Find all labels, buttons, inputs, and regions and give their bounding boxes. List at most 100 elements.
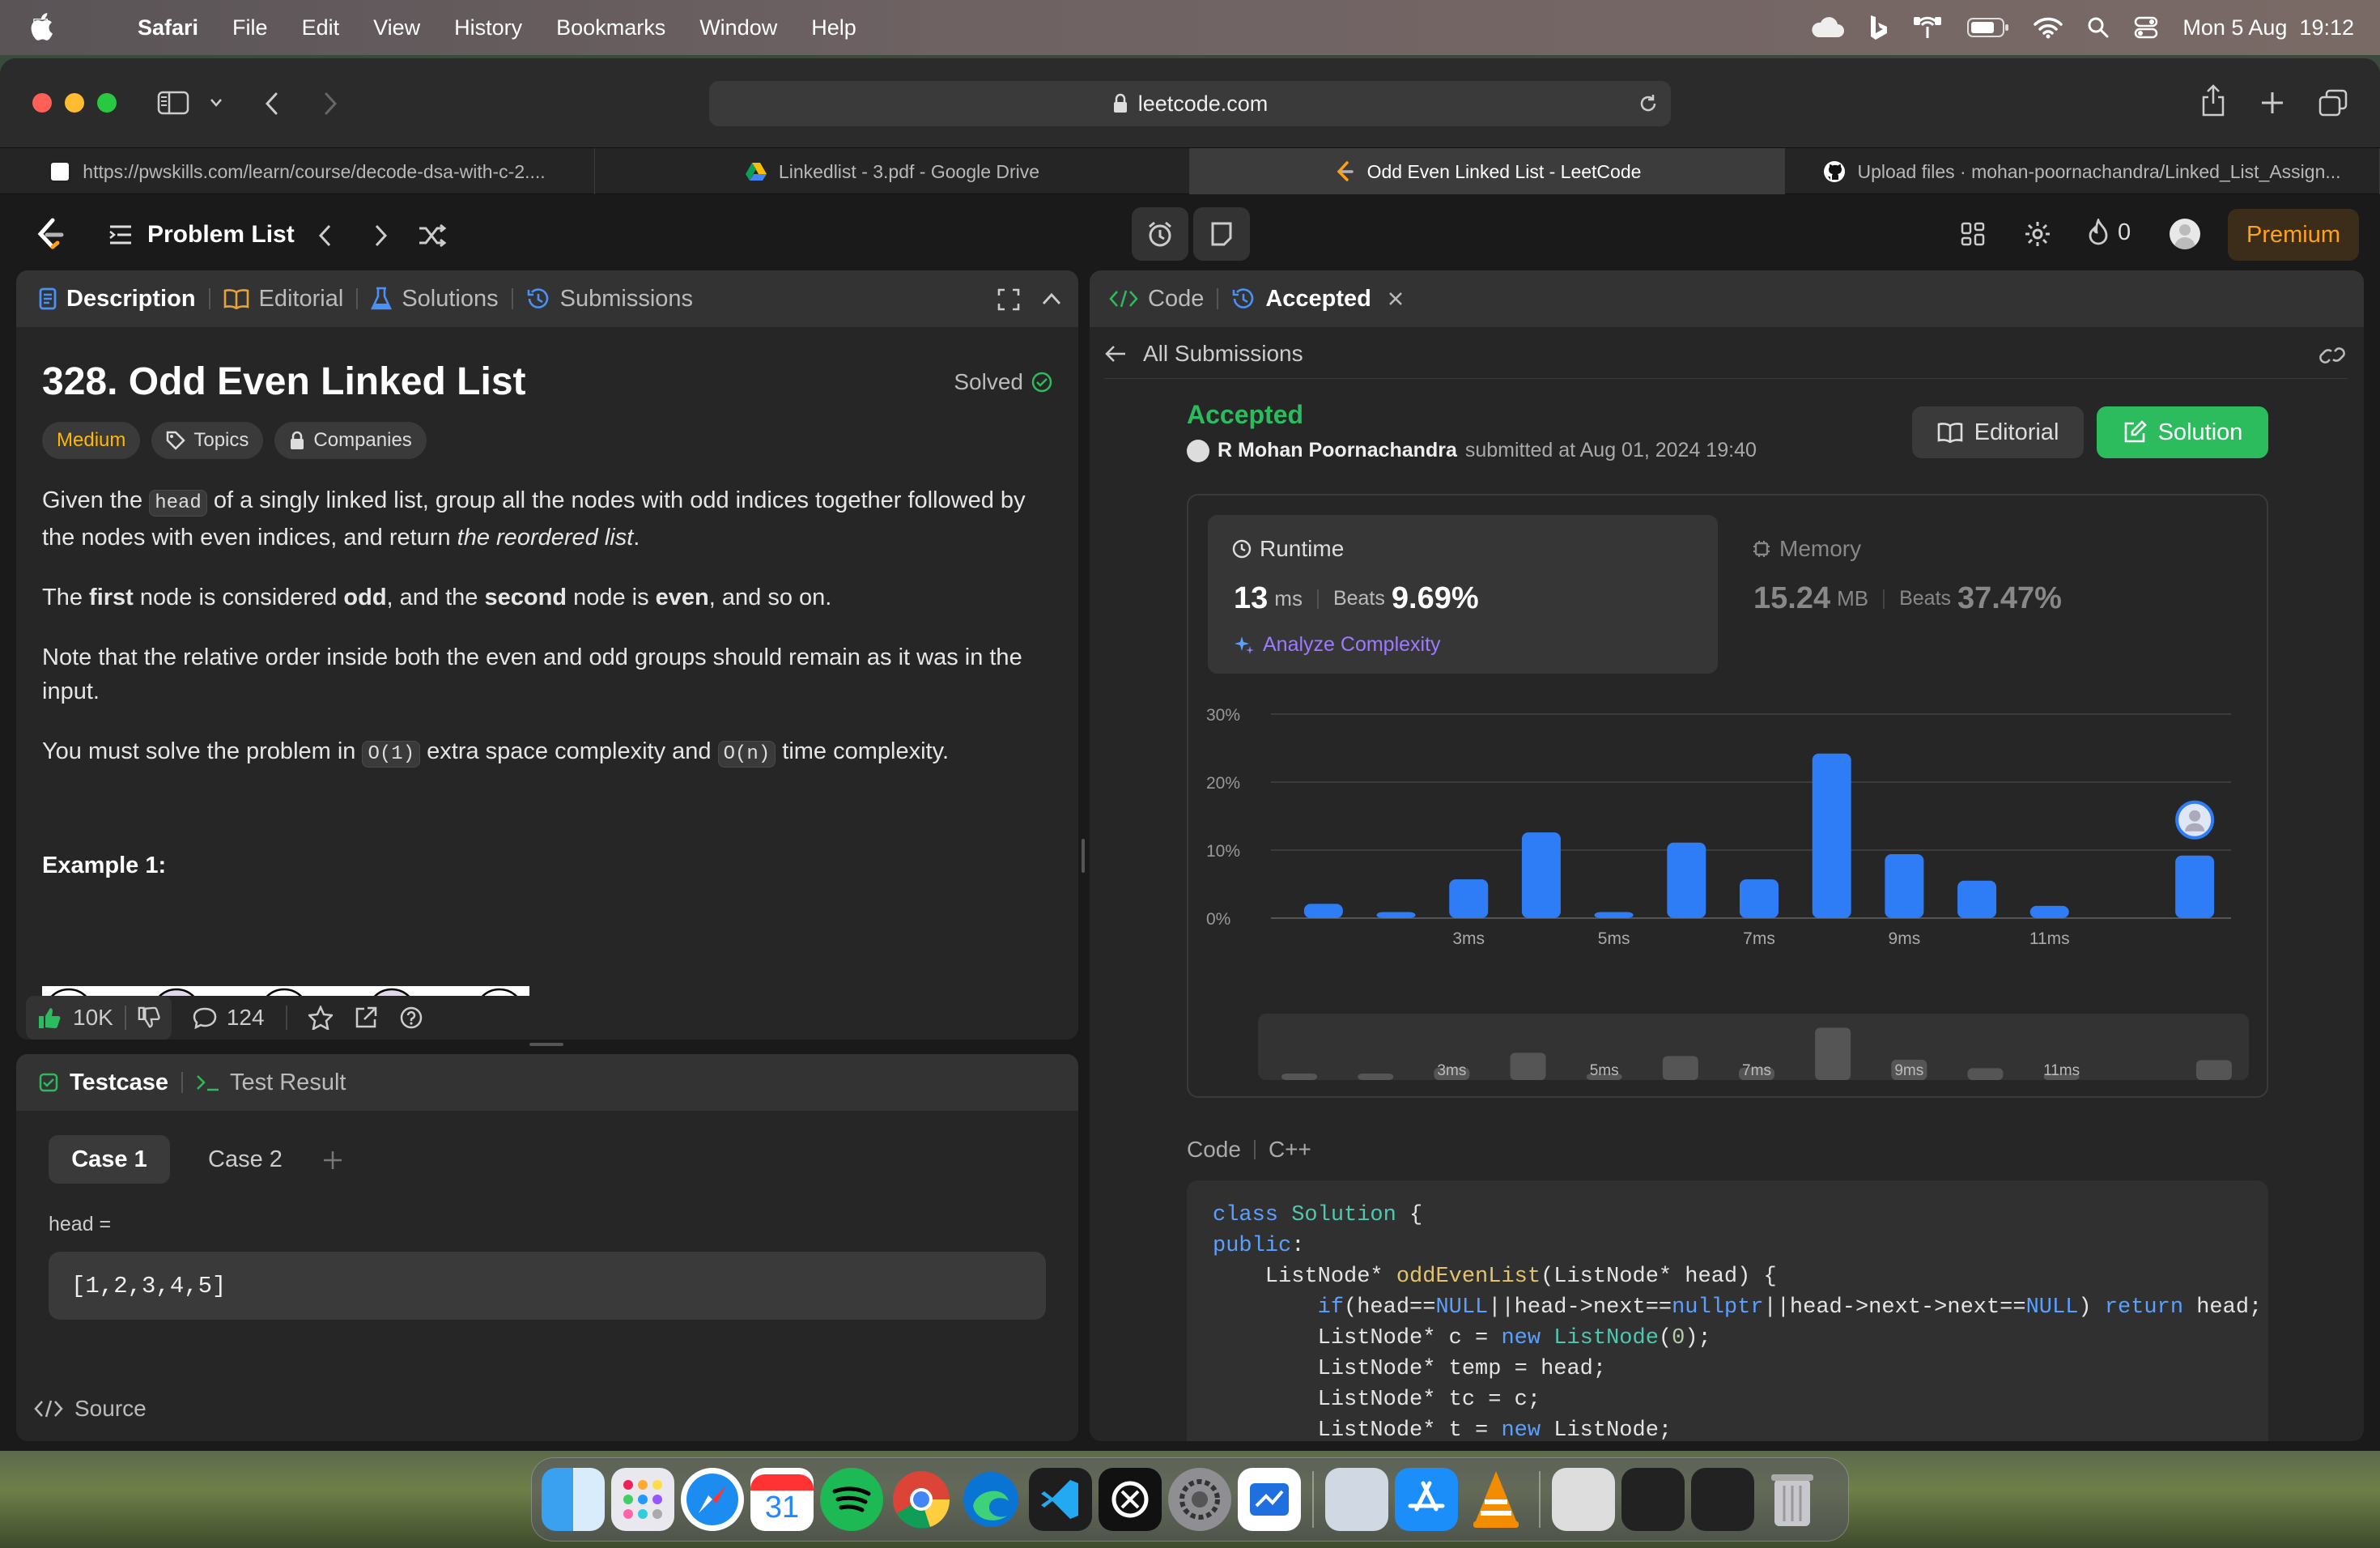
- tab-code[interactable]: Code: [1109, 286, 1204, 313]
- tab-submissions[interactable]: Submissions: [526, 286, 693, 313]
- browser-tab[interactable]: Linkedlist - 3.pdf - Google Drive: [595, 148, 1190, 195]
- companies-chip[interactable]: Companies: [274, 422, 427, 459]
- menu-edit[interactable]: Edit: [302, 15, 340, 40]
- vertical-resize-handle[interactable]: [1082, 839, 1085, 873]
- menu-file[interactable]: File: [232, 15, 268, 40]
- dislike-button[interactable]: [126, 1006, 172, 1029]
- vscode-window-thumbnail-icon[interactable]: [1621, 1468, 1685, 1531]
- timer-button[interactable]: [1132, 207, 1188, 261]
- user-avatar[interactable]: [2170, 219, 2200, 249]
- menu-view[interactable]: View: [373, 15, 420, 40]
- sidebar-toggle-icon[interactable]: [157, 91, 189, 115]
- horizontal-resize-handle[interactable]: [529, 1043, 563, 1046]
- runtime-card[interactable]: Runtime 13 ms Beats 9.69% Analyze Comple…: [1208, 515, 1718, 674]
- memory-card[interactable]: Memory 15.24 MB Beats 37.47%: [1728, 515, 2238, 674]
- safari-icon[interactable]: [681, 1468, 744, 1531]
- analyze-complexity-link[interactable]: Analyze Complexity: [1234, 633, 1441, 657]
- reload-icon[interactable]: [1637, 92, 1660, 115]
- close-tab-icon[interactable]: [1388, 291, 1404, 307]
- prev-problem-icon[interactable]: [317, 223, 334, 248]
- add-case-icon[interactable]: [322, 1150, 343, 1171]
- tab-solutions[interactable]: Solutions: [371, 286, 499, 313]
- menu-bookmarks[interactable]: Bookmarks: [556, 15, 665, 40]
- leetcode-logo-icon[interactable]: [34, 217, 65, 253]
- runtime-unit: ms: [1274, 586, 1303, 610]
- browser-tab[interactable]: https://pwskills.com/learn/course/decode…: [0, 148, 595, 195]
- menu-history[interactable]: History: [454, 15, 522, 40]
- browser-tab[interactable]: Upload files · mohan-poornachandra/Linke…: [1785, 148, 2380, 195]
- menu-clock[interactable]: Mon 5 Aug 19:12: [2182, 15, 2354, 40]
- source-link[interactable]: Source: [34, 1396, 147, 1422]
- notes-button[interactable]: [1193, 207, 1250, 261]
- app-store-icon[interactable]: [1395, 1468, 1458, 1531]
- zoom-window-button[interactable]: [97, 93, 117, 113]
- tab-accepted[interactable]: Accepted: [1231, 286, 1371, 313]
- vscode-icon[interactable]: [1029, 1468, 1092, 1531]
- cloud-icon[interactable]: [1808, 16, 1845, 39]
- close-window-button[interactable]: [32, 93, 52, 113]
- launchpad-icon[interactable]: [611, 1468, 674, 1531]
- edge-icon[interactable]: [959, 1468, 1022, 1531]
- problem-list-button[interactable]: Problem List: [108, 217, 295, 253]
- forward-icon[interactable]: [321, 91, 340, 117]
- finder-icon[interactable]: [542, 1468, 605, 1531]
- comments-button[interactable]: 124: [193, 1005, 265, 1031]
- minimize-window-button[interactable]: [65, 93, 84, 113]
- topics-chip[interactable]: Topics: [151, 422, 264, 459]
- settings-gear-icon[interactable]: [2024, 220, 2051, 248]
- chevron-down-icon[interactable]: [209, 97, 223, 108]
- runtime-value: 13: [1234, 581, 1269, 615]
- airdrop-icon[interactable]: [1912, 15, 1943, 40]
- help-circle-icon[interactable]: [399, 1006, 423, 1030]
- vlc-icon[interactable]: [1464, 1468, 1528, 1531]
- chatgpt-icon[interactable]: [1099, 1468, 1162, 1531]
- preview-icon[interactable]: [1325, 1468, 1388, 1531]
- editorial-button[interactable]: Editorial: [1912, 406, 2084, 458]
- tab-description[interactable]: Description: [39, 286, 196, 313]
- freeform-icon[interactable]: [1238, 1468, 1301, 1531]
- case-tab-active[interactable]: Case 1: [49, 1135, 170, 1184]
- system-settings-icon[interactable]: [1168, 1468, 1231, 1531]
- address-bar[interactable]: leetcode.com: [709, 81, 1671, 126]
- share-icon[interactable]: [2200, 84, 2226, 117]
- submitter-name[interactable]: R Mohan Poornachandra: [1218, 439, 1457, 462]
- star-icon[interactable]: [308, 1006, 333, 1030]
- case-tab[interactable]: Case 2: [185, 1135, 306, 1184]
- printer-icon[interactable]: [1552, 1468, 1615, 1531]
- spotlight-search-icon[interactable]: [2087, 16, 2110, 39]
- code-viewer[interactable]: class Solution {public: ListNode* oddEve…: [1187, 1180, 2268, 1441]
- tab-overview-icon[interactable]: [2318, 89, 2348, 117]
- share-external-icon[interactable]: [354, 1006, 378, 1030]
- premium-button[interactable]: Premium: [2228, 209, 2359, 261]
- like-button[interactable]: 10K: [26, 1005, 125, 1031]
- shuffle-icon[interactable]: [418, 223, 447, 248]
- control-center-icon[interactable]: [2134, 16, 2158, 39]
- collapse-chevron-up-icon[interactable]: [1041, 291, 1062, 306]
- tab-testcase[interactable]: Testcase: [39, 1070, 168, 1096]
- streak-counter[interactable]: 0: [2087, 219, 2131, 246]
- spotify-icon[interactable]: [820, 1468, 883, 1531]
- copy-link-icon[interactable]: [2318, 343, 2346, 368]
- menu-window[interactable]: Window: [699, 15, 777, 40]
- next-problem-icon[interactable]: [372, 223, 389, 248]
- menu-help[interactable]: Help: [811, 15, 856, 40]
- chrome-icon[interactable]: [890, 1468, 953, 1531]
- new-tab-icon[interactable]: [2260, 91, 2284, 115]
- menu-app-name[interactable]: Safari: [138, 15, 198, 40]
- vscode-window-thumbnail-icon[interactable]: [1691, 1468, 1754, 1531]
- trash-icon[interactable]: [1761, 1468, 1824, 1531]
- testcase-input[interactable]: [1,2,3,4,5]: [49, 1252, 1046, 1320]
- browser-tab-active[interactable]: Odd Even Linked List - LeetCode: [1190, 148, 1785, 195]
- back-to-submissions[interactable]: All Submissions: [1104, 329, 2348, 379]
- back-icon[interactable]: [262, 91, 282, 117]
- solution-button[interactable]: Solution: [2097, 406, 2268, 458]
- wifi-icon[interactable]: [2034, 16, 2063, 39]
- battery-icon[interactable]: [1967, 17, 2009, 38]
- tab-test-result[interactable]: Test Result: [196, 1070, 346, 1096]
- calendar-icon[interactable]: 31: [750, 1468, 814, 1531]
- chart-range-slider[interactable]: 3ms 5ms 7ms 9ms 11ms: [1258, 1014, 2249, 1080]
- fullscreen-icon[interactable]: [997, 288, 1020, 311]
- layout-grid-icon[interactable]: [1961, 222, 1985, 246]
- tab-editorial[interactable]: Editorial: [223, 286, 343, 313]
- bing-icon[interactable]: [1868, 14, 1888, 41]
